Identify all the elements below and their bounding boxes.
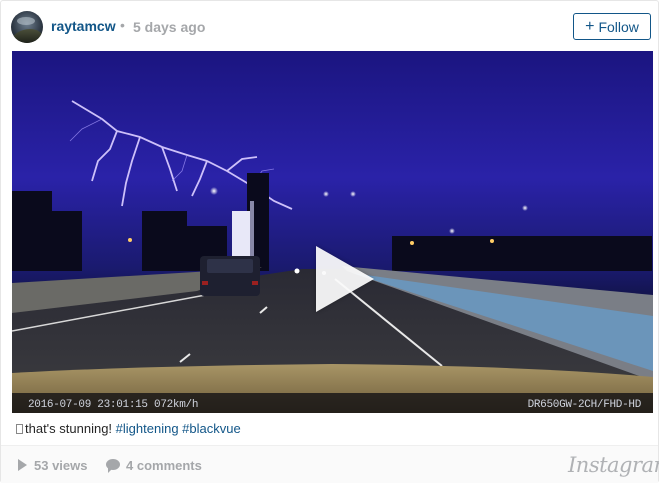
missing-glyph-icon <box>16 424 23 434</box>
video-frame <box>12 51 653 413</box>
instagram-logo[interactable]: Instagram <box>568 453 659 477</box>
instagram-embed-card: raytamcw • 5 days ago + Follow 2016-07-0… <box>0 0 659 483</box>
video-player[interactable]: 2016-07-09 23:01:15 072km/h DR650GW-2CH/… <box>12 51 653 413</box>
avatar-hill <box>11 29 43 43</box>
separator-dot: • <box>120 17 125 33</box>
post-header: raytamcw • 5 days ago + Follow <box>1 1 658 51</box>
avatar-sky <box>17 17 35 25</box>
comment-icon <box>106 459 120 473</box>
post-caption: that's stunning! #lightening #blackvue <box>16 421 241 436</box>
follow-label: Follow <box>598 18 639 35</box>
follow-button[interactable]: + Follow <box>573 13 651 40</box>
video-model-overlay: DR650GW-2CH/FHD-HD <box>527 399 642 411</box>
video-timestamp-overlay: 2016-07-09 23:01:15 072km/h <box>28 399 199 411</box>
hashtag-link[interactable]: #lightening <box>116 421 179 436</box>
hashtag-link[interactable]: #blackvue <box>182 421 241 436</box>
post-timestamp[interactable]: 5 days ago <box>133 19 205 35</box>
username-link[interactable]: raytamcw <box>51 18 116 34</box>
view-count: 53 views <box>34 458 88 473</box>
caption-text: that's stunning! <box>25 421 116 436</box>
play-icon[interactable] <box>316 246 374 312</box>
comment-count[interactable]: 4 comments <box>126 458 202 473</box>
post-footer: 53 views 4 comments Instagram <box>1 445 659 483</box>
avatar[interactable] <box>11 11 43 43</box>
play-count-icon <box>18 459 27 471</box>
plus-icon: + <box>585 17 595 35</box>
